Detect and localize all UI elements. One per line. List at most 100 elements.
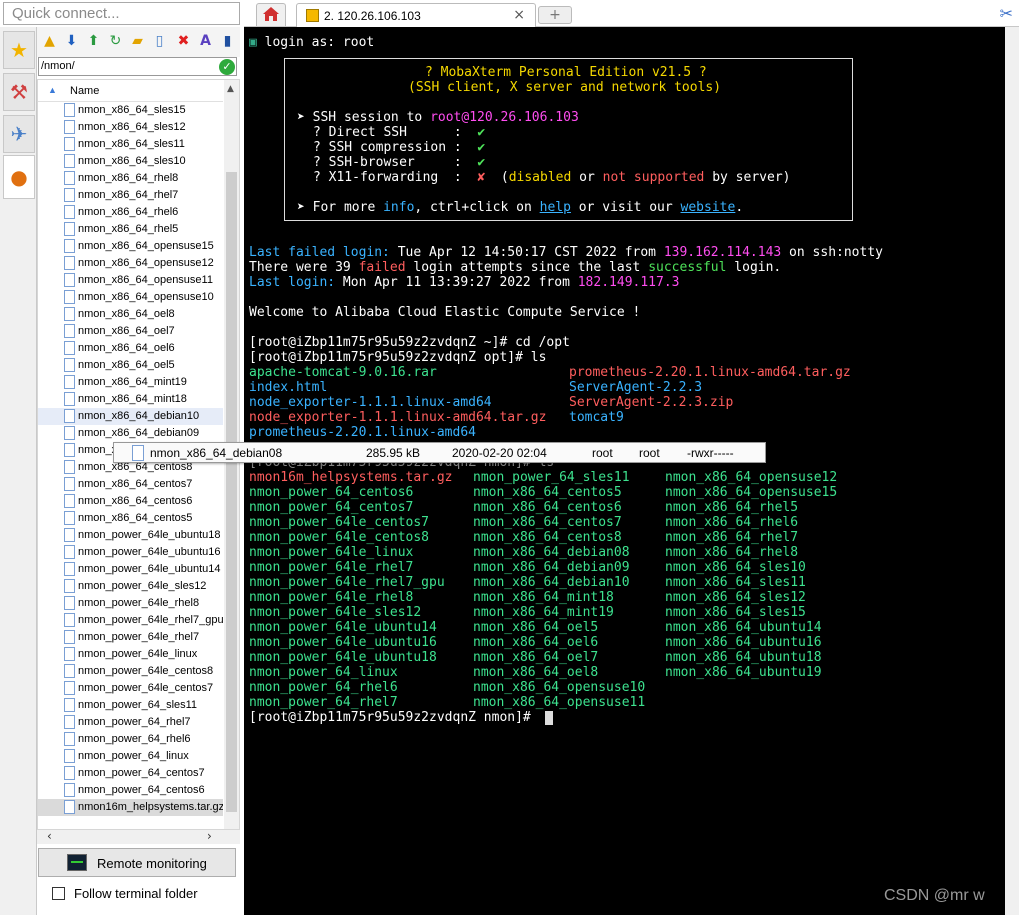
follow-checkbox[interactable] [52, 887, 65, 900]
file-row[interactable]: nmon_power_64le_centos8 [38, 663, 223, 680]
upload-icon[interactable]: ⬆ [85, 33, 102, 50]
file-row[interactable]: nmon_x86_64_opensuse12 [38, 255, 223, 272]
folder-up-icon[interactable]: ▲ [41, 33, 58, 50]
file-row[interactable]: nmon_power_64le_rhel7_gpu [38, 612, 223, 629]
file-icon [64, 426, 75, 440]
file-icon [64, 222, 75, 236]
nmon-entry: nmon16m_helpsystems.tar.gz [249, 470, 453, 485]
file-icon [64, 341, 75, 355]
file-name: nmon_power_64_rhel7 [78, 716, 191, 728]
terminal-scrollbar[interactable] [1005, 27, 1019, 915]
new-file-icon[interactable]: ▯ [151, 33, 168, 50]
file-row[interactable]: nmon_x86_64_mint18 [38, 391, 223, 408]
quick-connect-input[interactable]: Quick connect... [3, 2, 240, 25]
path-field[interactable]: /nmon/ ✓ [38, 57, 237, 76]
file-row[interactable]: nmon_power_64_rhel7 [38, 714, 223, 731]
terminal[interactable]: ▣ login as: root ? MobaXterm Personal Ed… [244, 27, 1005, 915]
nmon-entry: nmon_power_64_centos6 [249, 485, 414, 500]
file-name: nmon_power_64_sles11 [78, 699, 198, 711]
opt-entry: apache-tomcat-9.0.16.rar [249, 365, 437, 380]
file-icon [64, 290, 75, 304]
nmon-entry: nmon_x86_64_centos6 [473, 500, 622, 515]
remote-monitoring-button[interactable]: Remote monitoring [38, 848, 236, 877]
file-row[interactable]: nmon_power_64le_ubuntu16 [38, 544, 223, 561]
file-row[interactable]: nmon16m_helpsystems.tar.gz [38, 799, 223, 816]
file-row[interactable]: nmon_power_64le_linux [38, 646, 223, 663]
file-row[interactable]: nmon_x86_64_centos5 [38, 510, 223, 527]
paper-plane-icon[interactable]: ✈ [3, 115, 35, 153]
file-row[interactable]: nmon_power_64le_centos7 [38, 680, 223, 697]
file-row[interactable]: nmon_x86_64_oel5 [38, 357, 223, 374]
file-row[interactable]: nmon_x86_64_rhel8 [38, 170, 223, 187]
nmon-entry: nmon_x86_64_oel5 [473, 620, 599, 635]
scroll-up-icon[interactable]: ▲ [227, 84, 234, 94]
horizontal-scrollbar[interactable]: ‹ › [37, 829, 240, 844]
file-row[interactable]: nmon_x86_64_centos7 [38, 476, 223, 493]
file-row[interactable]: nmon_power_64_centos6 [38, 782, 223, 799]
refresh-icon[interactable]: ↻ [107, 33, 124, 50]
file-row[interactable]: nmon_x86_64_oel8 [38, 306, 223, 323]
help-link[interactable]: help [540, 200, 571, 215]
new-folder-icon[interactable]: ▰ [129, 33, 146, 50]
scroll-left-icon[interactable]: ‹ [47, 829, 52, 843]
scrollbar-thumb[interactable] [226, 172, 237, 812]
star-icon[interactable]: ★ [3, 31, 35, 69]
file-row[interactable]: nmon_power_64le_ubuntu18 [38, 527, 223, 544]
file-row[interactable]: nmon_x86_64_opensuse10 [38, 289, 223, 306]
nmon-entry: nmon_x86_64_rhel7 [665, 530, 799, 545]
file-icon [64, 766, 75, 780]
file-icon [64, 800, 75, 814]
tools-icon[interactable]: ⚒ [3, 73, 35, 111]
terminal-icon[interactable]: ▮ [219, 33, 236, 50]
close-icon[interactable]: × [513, 7, 525, 23]
file-row[interactable]: nmon_power_64_sles11 [38, 697, 223, 714]
file-row[interactable]: nmon_x86_64_rhel5 [38, 221, 223, 238]
website-link[interactable]: website [681, 200, 736, 215]
file-row[interactable]: nmon_power_64le_rhel7 [38, 629, 223, 646]
paperclip-icon[interactable]: ✂ [1000, 4, 1013, 23]
file-row[interactable]: nmon_power_64le_rhel8 [38, 595, 223, 612]
file-icon [64, 154, 75, 168]
delete-icon[interactable]: ✖ [175, 33, 192, 50]
file-name: nmon_power_64le_sles12 [78, 580, 207, 592]
file-row[interactable]: nmon_power_64_rhel6 [38, 731, 223, 748]
file-row[interactable]: nmon_x86_64_mint19 [38, 374, 223, 391]
file-row[interactable]: nmon_x86_64_debian09 [38, 425, 223, 442]
file-name: nmon_x86_64_opensuse12 [78, 257, 214, 269]
file-name: nmon_x86_64_oel8 [78, 308, 175, 320]
file-row[interactable]: nmon_x86_64_sles12 [38, 119, 223, 136]
file-row[interactable]: nmon_x86_64_opensuse15 [38, 238, 223, 255]
file-row[interactable]: nmon_x86_64_sles15 [38, 102, 223, 119]
nmon-entry: nmon_power_64_rhel7 [249, 695, 398, 710]
ok-icon[interactable]: ✓ [219, 59, 235, 75]
column-header-name[interactable]: ▲ Name [38, 80, 223, 102]
file-row[interactable]: nmon_x86_64_centos6 [38, 493, 223, 510]
tab-session[interactable]: 2. 120.26.106.103 × [296, 3, 536, 27]
file-row[interactable]: nmon_power_64_centos7 [38, 765, 223, 782]
file-row[interactable]: nmon_x86_64_oel6 [38, 340, 223, 357]
nmon-entry: nmon_x86_64_oel6 [473, 635, 599, 650]
file-row[interactable]: nmon_x86_64_sles10 [38, 153, 223, 170]
opt-entry: ServerAgent-2.2.3 [569, 380, 703, 395]
rename-icon[interactable]: A [197, 33, 214, 50]
file-row[interactable]: nmon_power_64le_sles12 [38, 578, 223, 595]
globe-icon[interactable]: ● [3, 155, 35, 199]
home-icon [263, 7, 279, 21]
nmon-entry: nmon_x86_64_ubuntu16 [665, 635, 822, 650]
file-row[interactable]: nmon_power_64_linux [38, 748, 223, 765]
file-row[interactable]: nmon_x86_64_debian10 [38, 408, 223, 425]
file-icon [64, 443, 75, 457]
tooltip-size: 285.95 kB [366, 446, 421, 460]
tab-session-label: 2. 120.26.106.103 [324, 9, 421, 23]
file-row[interactable]: nmon_x86_64_rhel6 [38, 204, 223, 221]
file-row[interactable]: nmon_x86_64_opensuse11 [38, 272, 223, 289]
file-name: nmon_x86_64_rhel6 [78, 206, 179, 218]
file-row[interactable]: nmon_x86_64_rhel7 [38, 187, 223, 204]
file-row[interactable]: nmon_power_64le_ubuntu14 [38, 561, 223, 578]
download-icon[interactable]: ⬇ [63, 33, 80, 50]
new-tab-button[interactable]: + [538, 6, 572, 24]
file-row[interactable]: nmon_x86_64_sles11 [38, 136, 223, 153]
home-tab[interactable] [256, 3, 286, 26]
file-row[interactable]: nmon_x86_64_oel7 [38, 323, 223, 340]
scroll-right-icon[interactable]: › [207, 829, 212, 843]
